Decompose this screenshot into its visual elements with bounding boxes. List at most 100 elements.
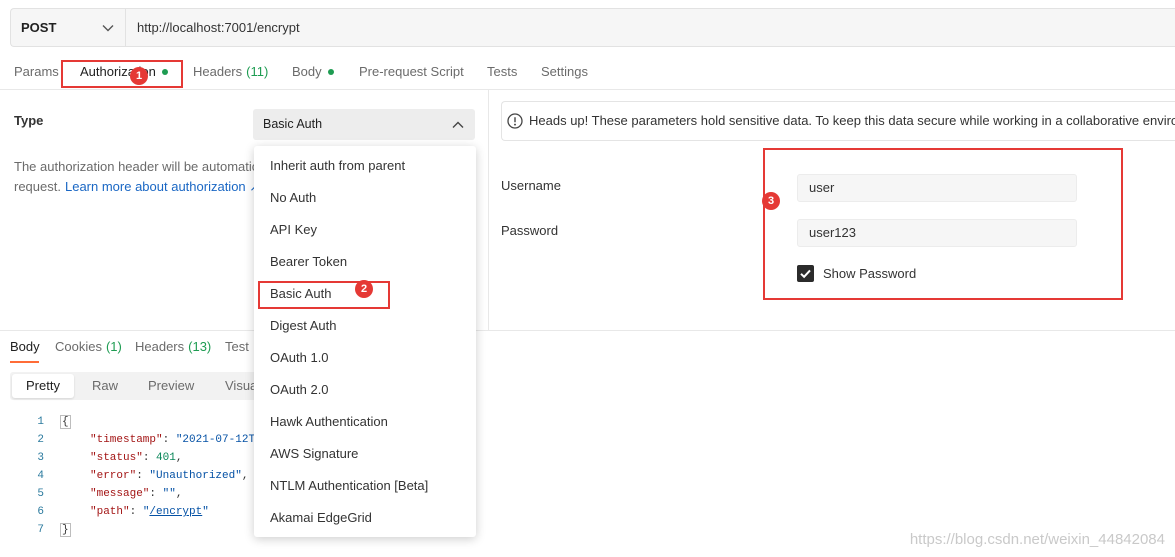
json-key: "error" [90, 470, 137, 482]
json-string: "Unauthorized" [149, 470, 242, 482]
json-key: "status" [90, 452, 143, 464]
code-line: "message": "", [90, 485, 182, 503]
auth-type-label: Type [14, 113, 44, 128]
url-text: http://localhost:7001/encrypt [137, 20, 300, 35]
annotation-marker-3: 3 [762, 192, 780, 210]
auth-option-oauth-2[interactable]: OAuth 2.0 [254, 374, 476, 406]
auth-option-api-key[interactable]: API Key [254, 214, 476, 246]
request-url-bar: POST http://localhost:7001/encrypt [10, 8, 1175, 47]
code-line: } [60, 521, 71, 539]
auth-type-dropdown: Inherit auth from parent No Auth API Key… [254, 146, 476, 537]
divider [0, 89, 1175, 90]
response-tab-cookies[interactable]: Cookies (1) [55, 339, 122, 355]
tab-count: (1) [105, 339, 122, 354]
auth-option-inherit-auth[interactable]: Inherit auth from parent [254, 150, 476, 182]
tab-pre-request-script[interactable]: Pre-request Script [359, 64, 464, 80]
bracket-match: { [60, 415, 71, 429]
view-mode-switch: Pretty Raw Preview Visua [10, 372, 272, 400]
auth-option-aws-signature[interactable]: AWS Signature [254, 438, 476, 470]
code-line: "status": 401, [90, 449, 182, 467]
line-number: 2 [37, 434, 44, 446]
auth-option-no-auth[interactable]: No Auth [254, 182, 476, 214]
annotation-marker-2: 2 [355, 280, 373, 298]
auth-description-text: request. [14, 179, 61, 194]
tab-label: Params [14, 64, 59, 79]
bracket-match: } [60, 523, 71, 537]
auth-option-hawk-authentication[interactable]: Hawk Authentication [254, 406, 476, 438]
tab-body[interactable]: Body [292, 64, 334, 80]
code-line: { [60, 413, 71, 431]
view-mode-pretty[interactable]: Pretty [12, 374, 74, 398]
json-colon: : [149, 488, 163, 500]
tab-tests[interactable]: Tests [487, 64, 517, 80]
annotation-box-1 [61, 60, 183, 88]
line-number: 6 [37, 506, 44, 518]
json-string: "2021-07-12T [175, 434, 256, 446]
json-colon: : [136, 470, 150, 482]
code-line: "error": "Unauthorized", [90, 467, 248, 485]
json-key: "path" [90, 506, 130, 518]
method-select[interactable]: POST [11, 9, 126, 46]
auth-option-digest-auth[interactable]: Digest Auth [254, 310, 476, 342]
sensitive-data-notice: Heads up! These parameters hold sensitiv… [501, 101, 1175, 141]
tab-label: Tests [487, 64, 518, 79]
view-mode-raw[interactable]: Raw [92, 372, 118, 400]
json-key: "timestamp" [90, 434, 163, 446]
json-link[interactable]: /encrypt [149, 506, 202, 518]
json-comma: , [241, 470, 249, 482]
divider [0, 330, 1175, 331]
auth-description-line: request. Learn more about authorization ↗ [14, 179, 260, 195]
tab-headers[interactable]: Headers (11) [193, 64, 268, 80]
password-label: Password [501, 223, 559, 238]
json-colon: : [162, 434, 176, 446]
json-string: " [202, 506, 209, 518]
divider [488, 89, 489, 330]
response-tab-body[interactable]: Body [10, 339, 40, 355]
tab-params[interactable]: Params [14, 64, 59, 80]
tab-count: (13) [188, 339, 212, 354]
url-input[interactable]: http://localhost:7001/encrypt [126, 9, 1175, 46]
response-tab-headers[interactable]: Headers (13) [135, 339, 211, 355]
method-label: POST [21, 20, 57, 35]
tab-label: Body [10, 339, 40, 354]
tab-label: Cookies [55, 339, 102, 354]
auth-option-oauth-1[interactable]: OAuth 1.0 [254, 342, 476, 374]
tab-label: Headers [193, 64, 243, 79]
json-colon: : [129, 506, 143, 518]
learn-more-link[interactable]: Learn more about authorization ↗ [65, 179, 260, 194]
tab-label: Test [225, 339, 249, 354]
annotation-marker-1: 1 [130, 67, 148, 85]
tab-label: Body [292, 64, 322, 79]
tab-count: (11) [246, 64, 269, 79]
annotation-box-3 [763, 148, 1123, 300]
auth-option-bearer-token[interactable]: Bearer Token [254, 246, 476, 278]
auth-option-akamai-edgegrid[interactable]: Akamai EdgeGrid [254, 502, 476, 534]
json-comma: , [175, 452, 183, 464]
view-mode-preview[interactable]: Preview [148, 372, 194, 400]
json-colon: : [142, 452, 157, 464]
code-line: "path": "/encrypt" [90, 503, 209, 521]
json-key: "message" [90, 488, 150, 500]
watermark-text: https://blog.csdn.net/weixin_44842084 [909, 531, 1165, 548]
info-icon [507, 113, 523, 129]
line-number: 5 [37, 488, 44, 500]
tab-settings[interactable]: Settings [541, 64, 588, 80]
view-mode-visualize[interactable]: Visua [225, 372, 257, 400]
chevron-down-icon [102, 25, 114, 32]
json-comma: , [175, 488, 183, 500]
active-indicator-icon [327, 69, 334, 75]
response-tab-test-results[interactable]: Test [225, 339, 249, 355]
line-number: 4 [37, 470, 44, 482]
json-string: "" [162, 488, 176, 500]
auth-description-line: The authorization header will be automat… [14, 159, 259, 174]
line-number: 3 [37, 452, 44, 464]
auth-type-select[interactable]: Basic Auth [253, 109, 475, 140]
tab-label: Headers [135, 339, 185, 354]
auth-option-ntlm-authentication[interactable]: NTLM Authentication [Beta] [254, 470, 476, 502]
json-number: 401 [156, 452, 176, 464]
chevron-up-icon [452, 121, 464, 128]
notice-text: Heads up! These parameters hold sensitiv… [529, 113, 1175, 128]
code-line: "timestamp": "2021-07-12T [90, 431, 255, 449]
line-number: 7 [37, 524, 44, 536]
tab-label: Pre-request Script [359, 64, 464, 79]
